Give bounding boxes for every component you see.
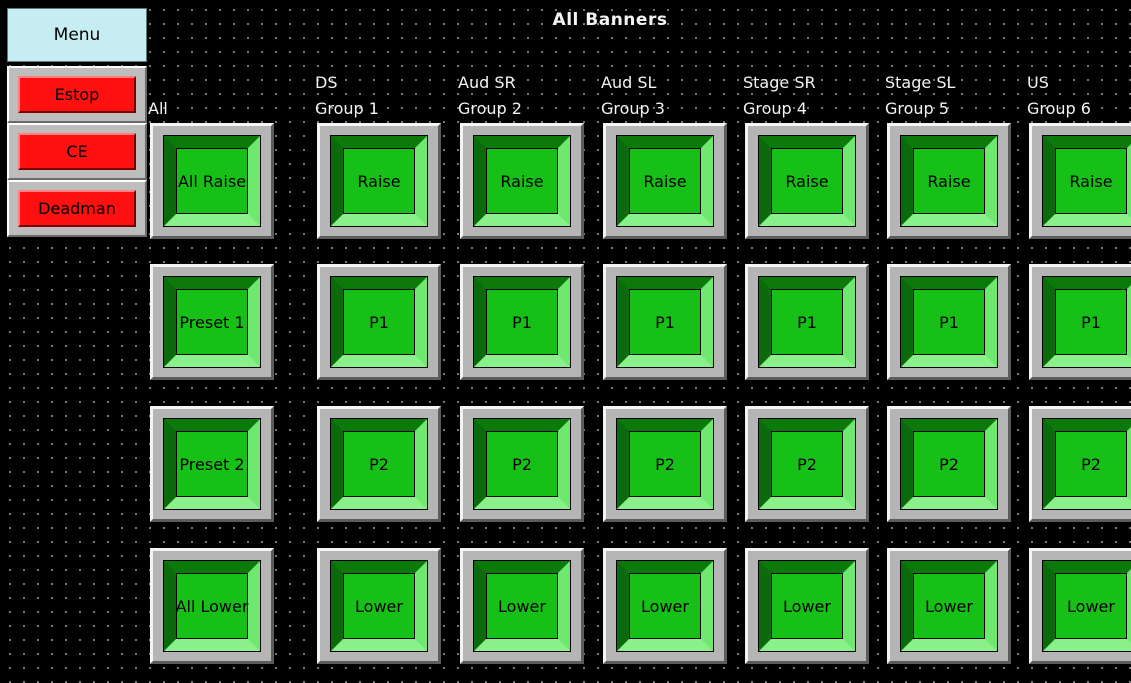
button-label: P1 <box>655 312 675 332</box>
group-2-preset-2-button[interactable]: P2 <box>460 406 584 522</box>
all-preset-2-button[interactable]: Preset 2 <box>150 406 274 522</box>
button-label: All Lower <box>175 596 249 616</box>
button-label: Preset 1 <box>179 312 245 332</box>
estop-face: Estop <box>18 76 136 113</box>
deadman-label: Deadman <box>38 199 116 218</box>
button-label: P1 <box>1081 312 1101 332</box>
button-label: Lower <box>498 596 546 616</box>
button-label: P2 <box>369 454 389 474</box>
button-label: Lower <box>641 596 689 616</box>
column-header-line1 <box>148 70 168 96</box>
page-title: All Banners <box>552 10 668 30</box>
group-4-preset-2-button[interactable]: P2 <box>745 406 869 522</box>
button-label: Lower <box>925 596 973 616</box>
button-label: P2 <box>1081 454 1101 474</box>
column-header-group-3: Aud SL Group 3 <box>601 70 665 122</box>
group-1-preset-1-button[interactable]: P1 <box>317 264 441 380</box>
deadman-button[interactable]: Deadman <box>7 180 147 237</box>
column-header-line2: Group 5 <box>885 99 949 118</box>
group-5-preset-1-button[interactable]: P1 <box>887 264 1011 380</box>
button-label: Raise <box>927 171 971 191</box>
column-header-line2: Group 6 <box>1027 99 1091 118</box>
group-3-lower-button[interactable]: Lower <box>603 548 727 664</box>
column-header-line1: Stage SR <box>743 73 816 92</box>
menu-label: Menu <box>53 25 101 45</box>
column-header-line1: US <box>1027 73 1049 92</box>
button-label: Lower <box>355 596 403 616</box>
button-label: Raise <box>643 171 687 191</box>
column-header-line2: Group 1 <box>315 99 379 118</box>
button-label: P1 <box>939 312 959 332</box>
group-3-raise-button[interactable]: Raise <box>603 123 727 239</box>
group-1-raise-button[interactable]: Raise <box>317 123 441 239</box>
group-4-lower-button[interactable]: Lower <box>745 548 869 664</box>
column-header-line2: Group 4 <box>743 99 807 118</box>
group-1-preset-2-button[interactable]: P2 <box>317 406 441 522</box>
column-header-group-2: Aud SR Group 2 <box>458 70 522 122</box>
button-label: P2 <box>512 454 532 474</box>
column-header-line1: DS <box>315 73 338 92</box>
group-2-preset-1-button[interactable]: P1 <box>460 264 584 380</box>
column-header-line2: All <box>148 99 168 118</box>
button-label: Raise <box>1069 171 1113 191</box>
group-5-lower-button[interactable]: Lower <box>887 548 1011 664</box>
group-6-lower-button[interactable]: Lower <box>1029 548 1131 664</box>
hmi-screen: Menu Estop CE Deadman All Banners All All… <box>0 0 1131 683</box>
button-label: P2 <box>939 454 959 474</box>
group-3-preset-1-button[interactable]: P1 <box>603 264 727 380</box>
column-header-line2: Group 2 <box>458 99 522 118</box>
group-5-raise-button[interactable]: Raise <box>887 123 1011 239</box>
column-header-group-6: US Group 6 <box>1027 70 1091 122</box>
estop-button[interactable]: Estop <box>7 66 147 123</box>
column-header-all: All <box>148 70 168 122</box>
all-lower-button[interactable]: All Lower <box>150 548 274 664</box>
button-label: All Raise <box>177 171 247 191</box>
column-header-line2: Group 3 <box>601 99 665 118</box>
button-label: Lower <box>1067 596 1115 616</box>
column-header-line1: Aud SR <box>458 73 516 92</box>
group-3-preset-2-button[interactable]: P2 <box>603 406 727 522</box>
all-preset-1-button[interactable]: Preset 1 <box>150 264 274 380</box>
estop-label: Estop <box>54 85 100 104</box>
column-header-group-4: Stage SR Group 4 <box>743 70 816 122</box>
button-label: P1 <box>512 312 532 332</box>
button-label: Preset 2 <box>179 454 245 474</box>
button-label: P2 <box>797 454 817 474</box>
group-6-raise-button[interactable]: Raise <box>1029 123 1131 239</box>
ce-button[interactable]: CE <box>7 123 147 180</box>
menu-button[interactable]: Menu <box>7 8 147 62</box>
all-raise-button[interactable]: All Raise <box>150 123 274 239</box>
ce-label: CE <box>66 142 88 161</box>
group-6-preset-1-button[interactable]: P1 <box>1029 264 1131 380</box>
button-label: Lower <box>783 596 831 616</box>
group-4-raise-button[interactable]: Raise <box>745 123 869 239</box>
button-label: P1 <box>797 312 817 332</box>
button-label: P2 <box>655 454 675 474</box>
ce-face: CE <box>18 133 136 170</box>
button-label: P1 <box>369 312 389 332</box>
group-4-preset-1-button[interactable]: P1 <box>745 264 869 380</box>
group-5-preset-2-button[interactable]: P2 <box>887 406 1011 522</box>
button-label: Raise <box>500 171 544 191</box>
group-1-lower-button[interactable]: Lower <box>317 548 441 664</box>
column-header-group-5: Stage SL Group 5 <box>885 70 955 122</box>
deadman-face: Deadman <box>18 190 136 227</box>
button-label: Raise <box>357 171 401 191</box>
group-6-preset-2-button[interactable]: P2 <box>1029 406 1131 522</box>
column-header-line1: Stage SL <box>885 73 956 92</box>
button-label: Raise <box>785 171 829 191</box>
column-header-line1: Aud SL <box>601 73 657 92</box>
group-2-lower-button[interactable]: Lower <box>460 548 584 664</box>
column-header-group-1: DS Group 1 <box>315 70 379 122</box>
group-2-raise-button[interactable]: Raise <box>460 123 584 239</box>
